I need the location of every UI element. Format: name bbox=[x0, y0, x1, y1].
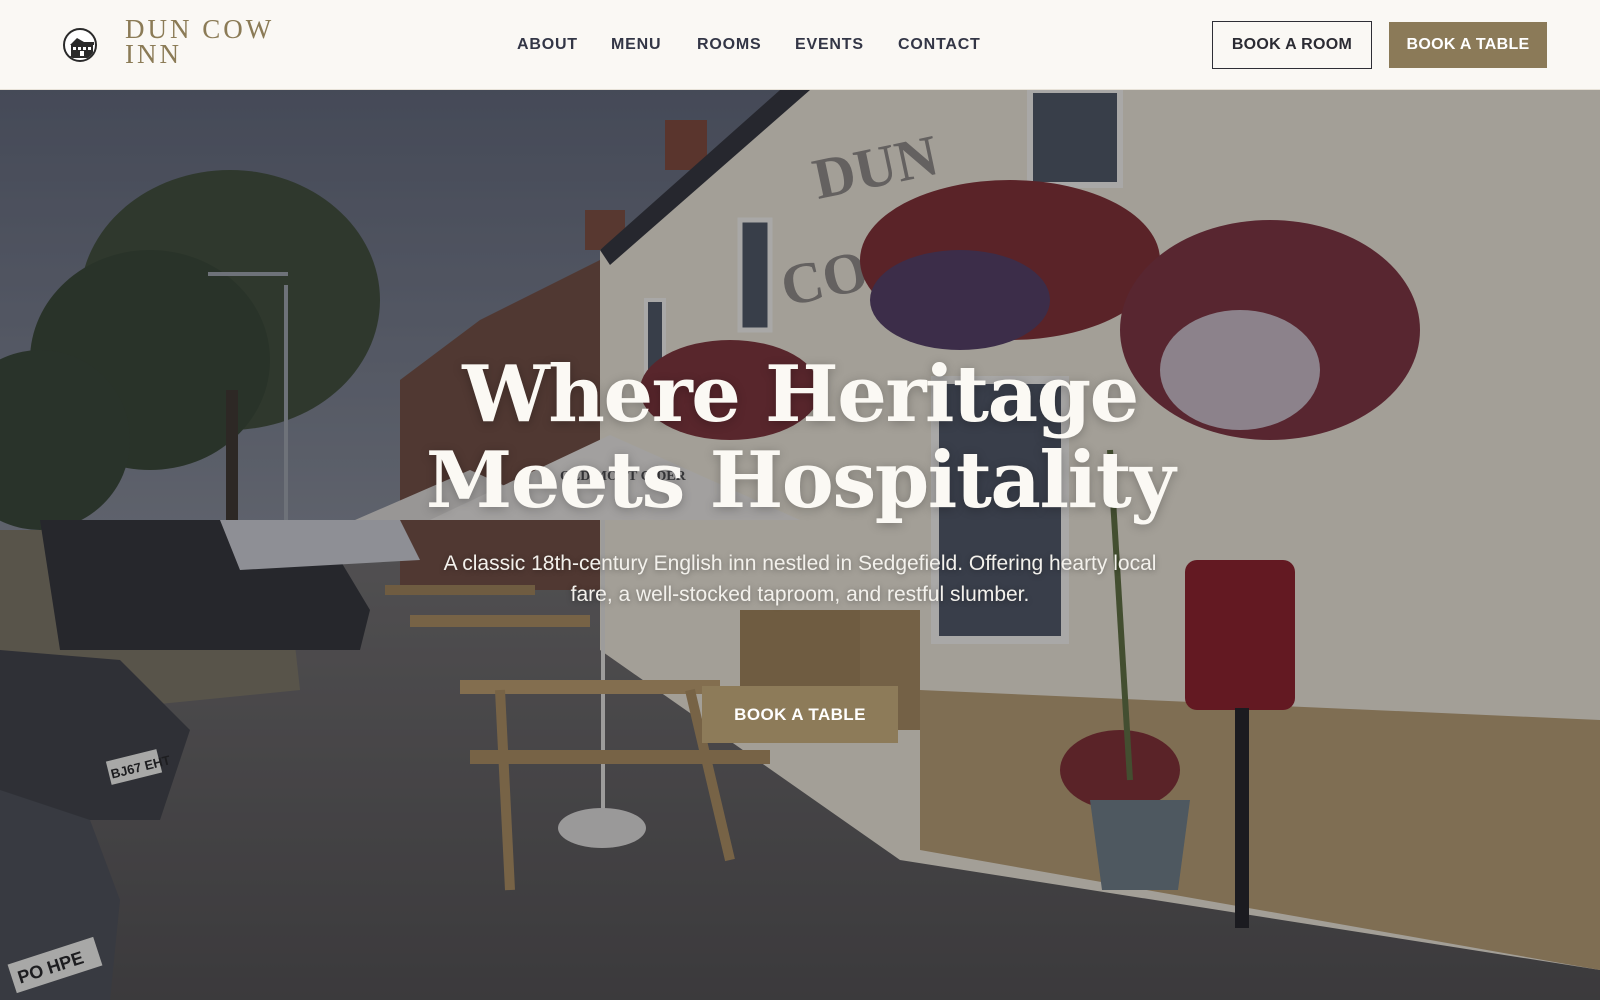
nav-item-about[interactable]: ABOUT bbox=[517, 34, 578, 56]
brand-name-line2: INN bbox=[125, 39, 182, 69]
hero-subtitle: A classic 18th-century English inn nestl… bbox=[443, 552, 1157, 606]
hero-section: DUN COW INN OLD MOUT CIDER bbox=[0, 90, 1600, 1000]
inn-building-logo-icon[interactable] bbox=[63, 28, 97, 62]
hero-dark-overlay bbox=[0, 90, 1600, 1000]
hero-title: Where Heritage Meets Hospitality bbox=[425, 349, 1176, 526]
nav-item-menu[interactable]: MENU bbox=[611, 34, 661, 56]
book-table-hero-button[interactable]: BOOK A TABLE bbox=[702, 686, 898, 743]
brand-name[interactable]: DUN COW INN bbox=[125, 16, 295, 69]
book-room-button[interactable]: BOOK A ROOM bbox=[1212, 21, 1372, 69]
book-table-header-button[interactable]: BOOK A TABLE bbox=[1389, 22, 1547, 68]
site-header: DUN COW INN ABOUT MENU ROOMS EVENTS CONT… bbox=[0, 0, 1600, 90]
nav-item-contact[interactable]: CONTACT bbox=[898, 34, 981, 56]
nav-item-events[interactable]: EVENTS bbox=[795, 34, 864, 56]
nav-item-rooms[interactable]: ROOMS bbox=[697, 34, 761, 56]
